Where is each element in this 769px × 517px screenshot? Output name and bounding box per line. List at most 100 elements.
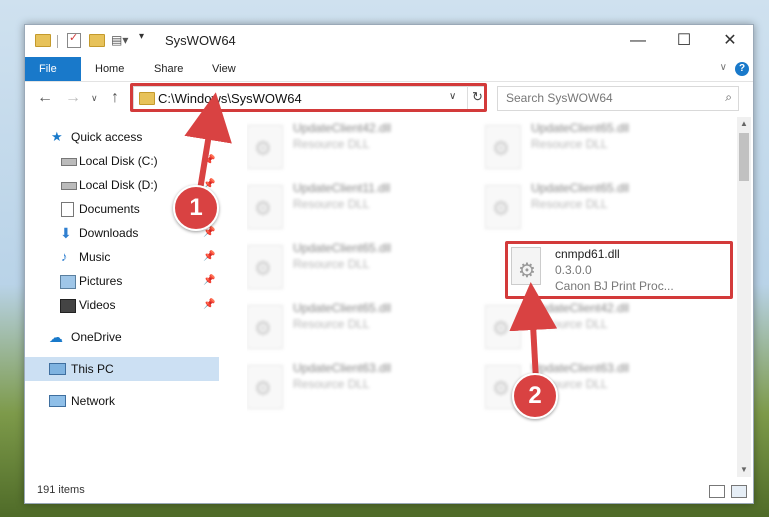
tab-view[interactable]: View [198, 57, 250, 81]
sidebar-item-videos[interactable]: Videos 📌 [25, 293, 219, 317]
pin-icon[interactable]: 📌 [203, 269, 215, 293]
tab-share[interactable]: Share [140, 57, 197, 81]
file-item[interactable]: UpdateClient65.dll Resource DLL [247, 301, 477, 357]
properties-icon[interactable]: ✓ [67, 32, 81, 48]
dll-file-icon [485, 305, 521, 349]
window-title: SysWOW64 [165, 33, 236, 48]
file-item[interactable]: UpdateClient42.dll Resource DLL [485, 301, 715, 357]
dll-file-icon [247, 185, 283, 229]
pin-icon[interactable]: 📌 [203, 293, 215, 317]
callout-1: 1 [173, 185, 219, 231]
drive-icon [61, 158, 77, 166]
file-name: UpdateClient65.dll [531, 121, 630, 135]
file-name: UpdateClient65.dll [531, 181, 630, 195]
folder-icon [35, 34, 51, 47]
network-icon [49, 395, 66, 407]
cloud-icon: ☁ [49, 329, 63, 345]
sidebar-item-label: Documents [79, 202, 140, 216]
dll-file-icon [485, 185, 521, 229]
drive-icon [61, 182, 77, 190]
file-type: Resource DLL [293, 377, 370, 391]
sidebar-item-this-pc[interactable]: This PC [25, 357, 219, 381]
file-type: Resource DLL [293, 317, 370, 331]
vertical-scrollbar[interactable]: ▲ ▼ [737, 117, 751, 477]
sidebar-item-label: Network [71, 394, 116, 408]
file-list: UpdateClient42.dll Resource DLL UpdateCl… [247, 117, 735, 477]
navigation-bar: ← → ∨ ↑ C:\Windows\SysWOW64 ∨ ↻ Search S… [25, 82, 753, 116]
file-item[interactable]: UpdateClient65.dll Resource DLL [247, 241, 477, 297]
file-name: UpdateClient11.dll [293, 181, 391, 195]
tab-file[interactable]: File [25, 57, 81, 81]
explorer-window: ✓ ▤▾ ▾ SysWOW64 — ☐ ✕ File Home Share Vi… [24, 24, 754, 504]
large-icons-view-icon[interactable] [731, 485, 747, 498]
recent-locations-icon[interactable]: ∨ [91, 93, 98, 104]
file-item[interactable]: UpdateClient11.dll Resource DLL [247, 181, 477, 237]
customize-toolbar-icon[interactable]: ▤▾ [111, 33, 128, 47]
dll-file-icon [247, 365, 283, 409]
search-box[interactable]: Search SysWOW64 ⌕ [497, 86, 739, 111]
file-item[interactable]: UpdateClient65.dll Resource DLL [485, 181, 715, 237]
details-view-icon[interactable] [709, 485, 725, 498]
sidebar-item-label: This PC [71, 362, 114, 376]
item-count: 191 items [37, 484, 85, 496]
status-bar: 191 items [25, 477, 753, 503]
dll-file-icon [247, 305, 283, 349]
close-button[interactable]: ✕ [707, 25, 753, 57]
file-highlight [505, 241, 733, 299]
sidebar-item-onedrive[interactable]: ☁ OneDrive [25, 325, 219, 349]
callout-2: 2 [512, 373, 558, 419]
tab-home[interactable]: Home [81, 57, 138, 81]
help-icon[interactable]: ? [735, 62, 749, 76]
scroll-up-icon[interactable]: ▲ [740, 119, 748, 128]
star-icon: ★ [51, 129, 63, 144]
expand-ribbon-icon[interactable]: ∨ [720, 62, 727, 73]
forward-button[interactable]: → [65, 89, 81, 107]
file-type: Resource DLL [293, 197, 370, 211]
file-name: UpdateClient65.dll [293, 241, 392, 255]
file-name: UpdateClient42.dll [531, 301, 630, 315]
navigation-pane: ★ Quick access Local Disk (C:) 📌 Local D… [25, 117, 219, 477]
search-input[interactable]: Search SysWOW64 [506, 91, 613, 105]
sidebar-item-quick-access[interactable]: ★ Quick access [25, 125, 219, 149]
sidebar-item-label: Local Disk (D:) [79, 178, 158, 192]
documents-icon [61, 202, 74, 217]
sidebar-item-label: Videos [79, 298, 116, 312]
search-icon[interactable]: ⌕ [725, 90, 732, 105]
file-name: UpdateClient63.dll [293, 361, 392, 375]
downloads-icon: ⬇ [60, 225, 72, 241]
music-icon: ♪ [61, 249, 68, 264]
scroll-down-icon[interactable]: ▼ [740, 465, 748, 474]
sidebar-item-label: Quick access [71, 130, 143, 144]
sidebar-item-pictures[interactable]: Pictures 📌 [25, 269, 219, 293]
file-item[interactable]: UpdateClient65.dll Resource DLL [485, 121, 715, 177]
address-highlight [130, 83, 487, 112]
file-name: UpdateClient65.dll [293, 301, 392, 315]
chevron-down-icon[interactable]: ▾ [139, 31, 144, 42]
sidebar-item-label: Music [79, 250, 111, 264]
back-button[interactable]: ← [37, 89, 53, 107]
sidebar-item-network[interactable]: Network [25, 389, 219, 413]
pictures-icon [60, 275, 76, 289]
scroll-thumb[interactable] [739, 133, 749, 181]
ribbon-tabs: File Home Share View ∨ ? [25, 57, 753, 82]
computer-icon [49, 363, 66, 375]
divider [57, 35, 58, 48]
maximize-button[interactable]: ☐ [661, 25, 707, 57]
sidebar-item-local-disk-c[interactable]: Local Disk (C:) 📌 [25, 149, 219, 173]
sidebar-item-music[interactable]: ♪ Music 📌 [25, 245, 219, 269]
new-folder-icon[interactable] [89, 34, 105, 47]
file-type: Resource DLL [293, 137, 370, 151]
pin-icon[interactable]: 📌 [203, 149, 215, 173]
file-item[interactable]: UpdateClient42.dll Resource DLL [247, 121, 477, 177]
file-type: Resource DLL [531, 137, 608, 151]
file-type: Resource DLL [293, 257, 370, 271]
minimize-button[interactable]: — [615, 25, 661, 57]
file-item[interactable]: UpdateClient63.dll Resource DLL [247, 361, 477, 417]
file-name: UpdateClient42.dll [293, 121, 392, 135]
dll-file-icon [247, 125, 283, 169]
file-type: Resource DLL [531, 197, 608, 211]
pin-icon[interactable]: 📌 [203, 245, 215, 269]
file-type: Resource DLL [531, 317, 608, 331]
up-button[interactable]: ↑ [111, 89, 119, 107]
dll-file-icon [247, 245, 283, 289]
